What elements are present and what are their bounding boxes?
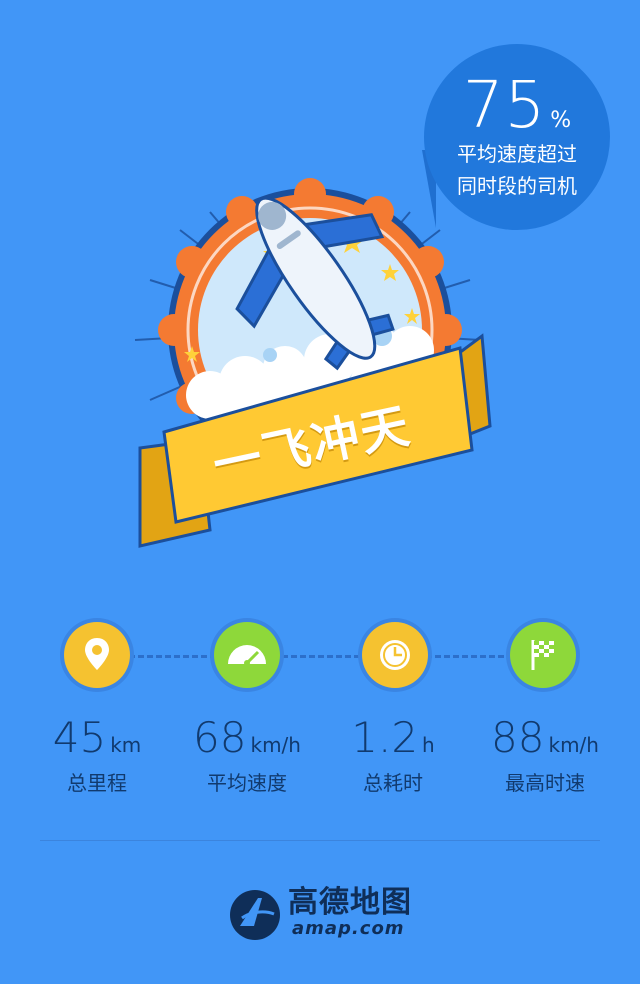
stat-value: 1.2 bbox=[351, 713, 419, 762]
duration-step bbox=[362, 622, 428, 688]
location-pin-icon bbox=[85, 638, 109, 670]
stat-label: 最高时速 bbox=[505, 771, 585, 795]
speedometer-icon bbox=[228, 645, 266, 666]
steps-dashed-line bbox=[120, 655, 540, 658]
rank-percent-value: 75 bbox=[462, 69, 547, 143]
stat-max-speed: 88 km/h 最高时速 bbox=[470, 712, 620, 798]
stat-label: 平均速度 bbox=[207, 771, 287, 795]
stat-unit: h bbox=[422, 733, 435, 757]
clock-icon bbox=[380, 640, 410, 670]
stat-value: 68 bbox=[193, 713, 247, 762]
distance-step bbox=[64, 622, 130, 688]
checkered-flag-icon bbox=[531, 640, 554, 670]
avg-speed-step bbox=[214, 622, 280, 688]
stat-distance: 45 km 总里程 bbox=[22, 712, 172, 798]
stat-value: 88 bbox=[491, 713, 545, 762]
amap-logo-icon bbox=[230, 890, 280, 940]
divider bbox=[40, 840, 600, 841]
max-speed-step bbox=[510, 622, 576, 688]
amap-logo-text-en: amap.com bbox=[292, 918, 405, 939]
stat-unit: km/h bbox=[250, 733, 301, 757]
stat-unit: km/h bbox=[548, 733, 599, 757]
stat-unit: km bbox=[110, 733, 142, 757]
stat-label: 总里程 bbox=[67, 771, 127, 795]
stat-value: 45 bbox=[52, 713, 107, 762]
stat-avg-speed: 68 km/h 平均速度 bbox=[172, 712, 322, 798]
amap-logo-text-cn: 高德地图 bbox=[288, 885, 412, 920]
rank-percent-sign: % bbox=[550, 108, 572, 133]
achievement-badge bbox=[134, 178, 492, 548]
rank-percent: 75% bbox=[424, 68, 610, 144]
stat-label: 总耗时 bbox=[363, 771, 423, 795]
stat-duration: 1.2 h 总耗时 bbox=[318, 712, 468, 798]
